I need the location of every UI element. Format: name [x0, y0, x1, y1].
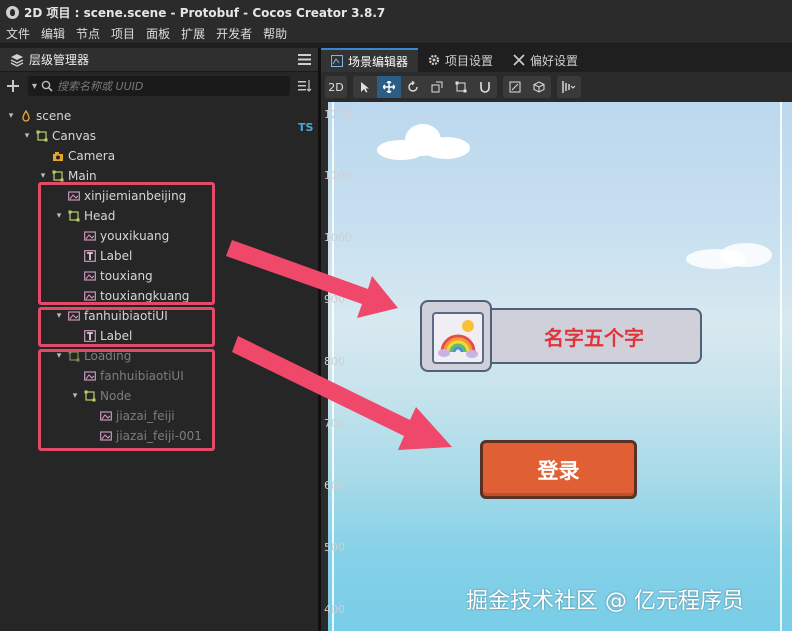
search-box[interactable]: ▾	[28, 76, 290, 96]
sort-icon[interactable]	[298, 80, 312, 92]
add-node-button[interactable]	[6, 79, 20, 93]
menu-edit[interactable]: 编辑	[41, 25, 65, 42]
rainbow-icon	[438, 320, 478, 358]
ruler-label: 600	[324, 479, 345, 492]
avatar	[432, 312, 484, 364]
avatar-frame	[420, 300, 492, 372]
tree-item-canvas[interactable]: ▾ Canvas	[22, 126, 96, 146]
menu-file[interactable]: 文件	[6, 25, 30, 42]
tools-icon	[513, 54, 525, 66]
scene-icon	[22, 110, 30, 122]
menu-node[interactable]: 节点	[76, 25, 100, 42]
cloud-icon-2	[686, 243, 772, 269]
select-tool-icon[interactable]	[353, 76, 377, 98]
search-input[interactable]	[57, 79, 258, 93]
ruler-label: 900	[324, 293, 345, 306]
canvas-right-edge	[780, 102, 782, 631]
node-icon	[52, 170, 64, 182]
highlight-box-head	[38, 182, 215, 305]
tree-item-scene[interactable]: ▾ scene	[6, 106, 72, 126]
scene-editor-panel: 场景编辑器 项目设置 偏好设置 2D 名字五个字 登录 1200 1100 10…	[321, 48, 792, 631]
node-icon	[36, 130, 48, 142]
ruler-label: 1200	[324, 108, 352, 121]
menu-panel[interactable]: 面板	[146, 25, 170, 42]
cube-icon[interactable]	[527, 76, 551, 98]
rect-select-icon[interactable]	[503, 76, 527, 98]
gear-icon	[428, 54, 440, 66]
ruler-label: 700	[324, 417, 345, 430]
player-card[interactable]: 名字五个字	[420, 300, 702, 372]
cocos-logo-icon	[6, 5, 19, 19]
align-icon[interactable]	[557, 76, 581, 98]
hierarchy-header: 层级管理器	[0, 48, 318, 72]
ruler-label: 1100	[324, 169, 352, 182]
title-bar: 2D 项目 : scene.scene - Protobuf - Cocos C…	[0, 0, 792, 24]
snap-tool-icon[interactable]	[473, 76, 497, 98]
chevron-down-icon[interactable]: ▾	[32, 81, 37, 92]
layers-icon	[10, 53, 24, 67]
transform-tools	[353, 76, 497, 98]
expand-arrow-icon[interactable]: ▾	[6, 111, 16, 121]
highlight-box-loading	[38, 349, 215, 451]
tree-item-camera[interactable]: Camera	[38, 146, 115, 166]
expand-arrow-icon[interactable]: ▾	[22, 131, 32, 141]
scale-tool-icon[interactable]	[425, 76, 449, 98]
scene-editor-icon	[331, 55, 343, 67]
hierarchy-title: 层级管理器	[29, 53, 90, 67]
panel-menu-icon[interactable]	[298, 54, 311, 65]
mode-2d-button[interactable]: 2D	[325, 76, 347, 98]
typescript-badge: TS	[298, 121, 314, 134]
ruler-label: 800	[324, 355, 345, 368]
ruler-label: 400	[324, 603, 345, 616]
tab-scene-editor[interactable]: 场景编辑器	[321, 48, 419, 72]
highlight-box-title	[38, 307, 215, 347]
ruler-label: 1000	[324, 231, 352, 244]
login-button-label: 登录	[537, 458, 580, 483]
rotate-tool-icon[interactable]	[401, 76, 425, 98]
watermark: 掘金技术社区 @ 亿元程序员	[466, 589, 744, 614]
ruler-label: 500	[324, 541, 345, 554]
search-icon	[41, 80, 53, 92]
menu-extension[interactable]: 扩展	[181, 25, 205, 42]
hierarchy-tree: ▾ scene ▾ Canvas Camera ▾ Main xinjiemia…	[0, 100, 318, 443]
menu-developer[interactable]: 开发者	[216, 25, 252, 42]
camera-icon	[53, 152, 63, 161]
player-name-bar: 名字五个字	[460, 308, 702, 364]
rect-tool-icon[interactable]	[449, 76, 473, 98]
scene-toolbar: 2D	[321, 72, 792, 102]
editor-tabs: 场景编辑器 项目设置 偏好设置	[321, 48, 792, 72]
menu-bar: 文件 编辑 节点 项目 面板 扩展 开发者 帮助	[0, 24, 792, 44]
menu-project[interactable]: 项目	[111, 25, 135, 42]
view-tools	[503, 76, 551, 98]
player-name-label: 名字五个字	[544, 325, 644, 350]
expand-arrow-icon[interactable]: ▾	[38, 171, 48, 181]
tab-project-settings[interactable]: 项目设置	[418, 48, 503, 72]
align-tools	[557, 76, 581, 98]
scene-viewport[interactable]: 名字五个字 登录 1200 1100 1000 900 800 700 600 …	[321, 102, 792, 631]
window-title: 2D 项目 : scene.scene - Protobuf - Cocos C…	[24, 5, 386, 20]
tab-preferences[interactable]: 偏好设置	[503, 48, 588, 72]
login-button[interactable]: 登录	[480, 440, 637, 499]
move-tool-icon[interactable]	[377, 76, 401, 98]
hierarchy-search-row: ▾	[0, 72, 318, 100]
menu-help[interactable]: 帮助	[263, 25, 287, 42]
cloud-icon	[377, 124, 470, 160]
